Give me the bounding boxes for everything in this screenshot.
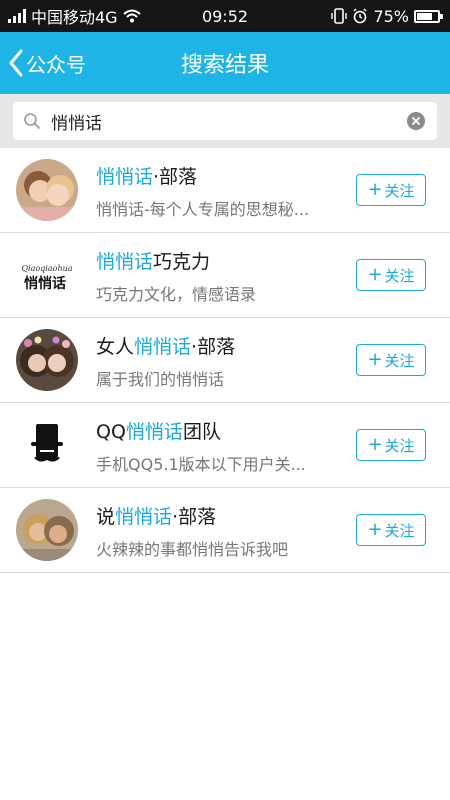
result-description: 火辣辣的事都悄悄告诉我吧	[96, 540, 289, 559]
avatar: Qiaoqiaohua 悄悄话	[16, 244, 78, 306]
battery-level	[417, 12, 432, 20]
result-description: 属于我们的悄悄话	[96, 370, 225, 389]
search-bar	[0, 94, 450, 148]
back-label: 公众号	[26, 52, 86, 77]
logo: Qiaoqiaohua 悄悄话	[16, 244, 78, 306]
close-icon	[412, 117, 420, 125]
plus-icon: +	[367, 178, 383, 200]
back-button[interactable]: 公众号	[8, 32, 86, 94]
follow-button[interactable]: + 关注	[356, 174, 426, 206]
svg-text:悄悄话: 悄悄话	[24, 275, 66, 292]
list-item[interactable]: QQ悄悄话团队 手机QQ5.1版本以下用户关... + 关注	[0, 403, 450, 488]
list-item[interactable]: 女人悄悄话·部落 属于我们的悄悄话 + 关注	[0, 318, 450, 403]
chevron-left-icon	[9, 49, 23, 77]
result-description: 巧克力文化，情感语录	[96, 285, 257, 304]
avatar	[16, 414, 78, 476]
result-description: 悄悄话-每个人专属的思想秘...	[96, 200, 310, 219]
follow-button[interactable]: + 关注	[356, 514, 426, 546]
header-bar: 公众号 搜索结果	[0, 32, 450, 94]
result-name: 悄悄话·部落	[96, 166, 198, 188]
search-box	[13, 102, 437, 140]
plus-icon: +	[367, 348, 383, 370]
battery-percent: 75%	[373, 6, 409, 26]
results-list: 悄悄话·部落 悄悄话-每个人专属的思想秘... + 关注 Qiaoqiaohua …	[0, 148, 450, 573]
result-name: QQ悄悄话团队	[96, 421, 221, 443]
avatar	[16, 499, 78, 561]
follow-button[interactable]: + 关注	[356, 429, 426, 461]
result-name: 女人悄悄话·部落	[96, 336, 236, 358]
top-hat-mustache-icon	[16, 414, 78, 476]
list-item[interactable]: 悄悄话·部落 悄悄话-每个人专属的思想秘... + 关注	[0, 148, 450, 233]
list-item[interactable]: Qiaoqiaohua 悄悄话 悄悄话巧克力 巧克力文化，情感语录 + 关注	[0, 233, 450, 318]
follow-button[interactable]: + 关注	[356, 344, 426, 376]
list-item[interactable]: 说悄悄话·部落 火辣辣的事都悄悄告诉我吧 + 关注	[0, 488, 450, 573]
plus-icon: +	[367, 518, 383, 540]
follow-button[interactable]: + 关注	[356, 259, 426, 291]
avatar	[16, 329, 78, 391]
result-name: 悄悄话巧克力	[96, 251, 211, 273]
svg-text:Qiaoqiaohua: Qiaoqiaohua	[21, 264, 72, 273]
plus-icon: +	[367, 433, 383, 455]
clear-search-button[interactable]	[407, 112, 425, 130]
alarm-icon	[353, 8, 367, 24]
avatar	[16, 159, 78, 221]
plus-icon: +	[367, 263, 383, 285]
result-description: 手机QQ5.1版本以下用户关...	[96, 455, 306, 474]
search-input[interactable]	[51, 111, 391, 131]
search-icon	[23, 112, 41, 130]
status-bar: 中国移动4G 09:52 75%	[0, 0, 450, 32]
vibrate-icon	[331, 8, 348, 24]
result-name: 说悄悄话·部落	[96, 506, 217, 528]
battery-icon	[414, 9, 443, 23]
